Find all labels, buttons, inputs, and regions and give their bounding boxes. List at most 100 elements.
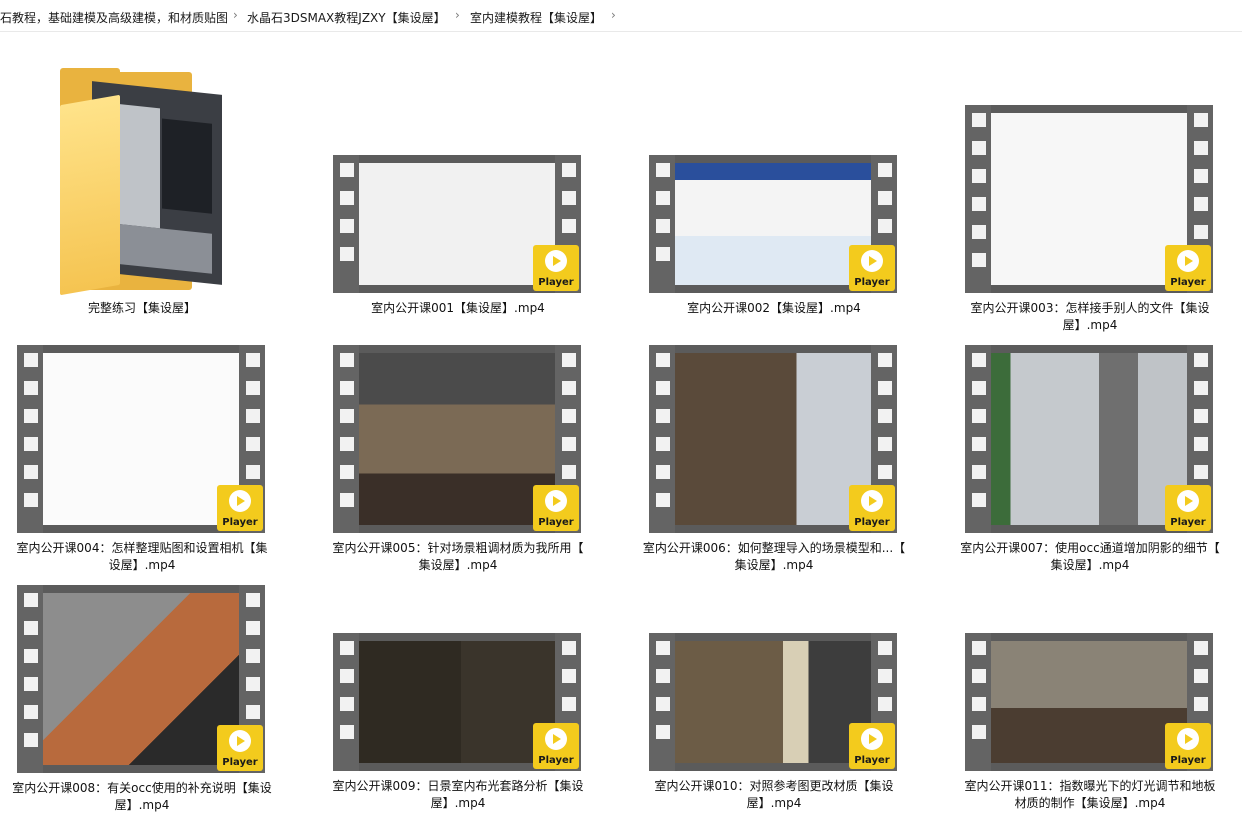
file-item-video[interactable]: Player 室内公开课009：日景室内布光套路分析【集设 屋】.mp4	[333, 633, 583, 818]
video-preview	[675, 163, 871, 285]
player-label: Player	[538, 517, 574, 528]
video-preview	[675, 353, 871, 525]
file-name: 室内公开课007：使用occ通道增加阴影的细节【 集设屋】.mp4	[955, 540, 1225, 574]
file-name-line2: 集设屋】.mp4	[734, 558, 814, 572]
file-item-video[interactable]: Player 室内公开课003：怎样接手别人的文件【集设 屋】.mp4	[965, 105, 1215, 340]
player-badge: Player	[533, 245, 579, 291]
file-name: 室内公开课008：有关occ使用的补充说明【集设 屋】.mp4	[7, 780, 277, 814]
file-name-line1: 室内公开课002【集设屋】.mp4	[687, 301, 861, 315]
player-badge: Player	[217, 725, 263, 771]
file-name: 室内公开课002【集设屋】.mp4	[639, 300, 909, 317]
chevron-right-icon[interactable]: ›	[611, 8, 616, 22]
player-badge: Player	[849, 485, 895, 531]
play-triangle	[869, 256, 877, 266]
file-name-line2: 屋】.mp4	[746, 796, 802, 810]
file-name: 室内公开课006：如何整理导入的场景模型和...【 集设屋】.mp4	[639, 540, 909, 574]
file-item-video[interactable]: Player 室内公开课002【集设屋】.mp4	[649, 155, 899, 340]
file-name-line2: 集设屋】.mp4	[418, 558, 498, 572]
breadcrumb: 石教程，基础建模及高级建模，和材质贴图 › 水晶石3DSMAX教程JZXY【集设…	[0, 0, 1242, 32]
video-thumbnail: Player	[965, 345, 1213, 533]
file-item-video[interactable]: Player 室内公开课006：如何整理导入的场景模型和...【 集设屋】.mp4	[643, 345, 905, 580]
video-thumbnail: Player	[17, 585, 265, 773]
file-item-video[interactable]: Player 室内公开课011：指数曝光下的灯光调节和地板 材质的制作【集设屋】.m…	[965, 633, 1215, 818]
file-name-line1: 室内公开课007：使用occ通道增加阴影的细节【	[960, 541, 1220, 555]
player-label: Player	[1170, 755, 1206, 766]
file-name-line2: 集设屋】.mp4	[1050, 558, 1130, 572]
video-preview	[991, 353, 1187, 525]
file-name-line1: 室内公开课005：针对场景粗调材质为我所用【	[332, 541, 584, 555]
player-label: Player	[222, 517, 258, 528]
video-preview	[43, 593, 239, 765]
player-badge: Player	[1165, 723, 1211, 769]
video-thumbnail: Player	[333, 345, 581, 533]
video-thumbnail: Player	[649, 155, 897, 293]
file-item-video[interactable]: Player 室内公开课010：对照参考图更改材质【集设 屋】.mp4	[649, 633, 899, 818]
file-item-video[interactable]: Player 室内公开课007：使用occ通道增加阴影的细节【 集设屋】.mp4	[960, 345, 1220, 580]
player-label: Player	[1170, 277, 1206, 288]
file-name-line1: 室内公开课010：对照参考图更改材质【集设	[654, 779, 894, 793]
file-name: 室内公开课004：怎样整理贴图和设置相机【集 设屋】.mp4	[7, 540, 277, 574]
play-triangle	[1185, 256, 1193, 266]
play-triangle	[869, 734, 877, 744]
play-triangle	[553, 496, 561, 506]
file-name-line1: 室内公开课011：指数曝光下的灯光调节和地板	[964, 779, 1216, 793]
file-item-video[interactable]: Player 室内公开课001【集设屋】.mp4	[333, 155, 583, 340]
player-badge: Player	[849, 245, 895, 291]
film-strip	[17, 345, 43, 533]
file-name: 室内公开课011：指数曝光下的灯光调节和地板 材质的制作【集设屋】.mp4	[955, 778, 1225, 812]
player-label: Player	[222, 757, 258, 768]
player-badge: Player	[533, 485, 579, 531]
play-triangle	[1185, 496, 1193, 506]
player-badge: Player	[217, 485, 263, 531]
file-name-line2: 设屋】.mp4	[108, 558, 176, 572]
file-name: 室内公开课001【集设屋】.mp4	[323, 300, 593, 317]
video-thumbnail: Player	[17, 345, 265, 533]
file-name-line1: 室内公开课006：如何整理导入的场景模型和...【	[642, 541, 906, 555]
film-strip	[965, 105, 991, 293]
player-label: Player	[538, 755, 574, 766]
video-thumbnail: Player	[649, 345, 897, 533]
film-strip	[333, 345, 359, 533]
play-triangle	[553, 734, 561, 744]
video-thumbnail: Player	[649, 633, 897, 771]
file-name-line2: 材质的制作【集设屋】.mp4	[1014, 796, 1166, 810]
file-name: 室内公开课005：针对场景粗调材质为我所用【 集设屋】.mp4	[323, 540, 593, 574]
chevron-right-icon[interactable]: ›	[455, 8, 460, 22]
folder-icon	[17, 60, 267, 296]
video-thumbnail: Player	[965, 633, 1213, 771]
file-name-line1: 室内公开课009：日景室内布光套路分析【集设	[332, 779, 584, 793]
player-badge: Player	[533, 723, 579, 769]
breadcrumb-item-tutorials[interactable]: 石教程，基础建模及高级建模，和材质贴图	[0, 9, 228, 26]
chevron-right-icon[interactable]: ›	[233, 8, 238, 22]
file-name: 室内公开课003：怎样接手别人的文件【集设 屋】.mp4	[955, 300, 1225, 334]
file-item-video[interactable]: Player 室内公开课004：怎样整理贴图和设置相机【集 设屋】.mp4	[17, 345, 267, 580]
player-label: Player	[854, 755, 890, 766]
video-preview	[991, 113, 1187, 285]
file-item-folder[interactable]: 完整练习【集设屋】	[17, 60, 267, 320]
player-label: Player	[1170, 517, 1206, 528]
play-triangle	[237, 496, 245, 506]
video-thumbnail: Player	[333, 633, 581, 771]
file-name-line1: 室内公开课004：怎样整理贴图和设置相机【集	[16, 541, 268, 555]
breadcrumb-item-interior[interactable]: 室内建模教程【集设屋】	[470, 9, 602, 26]
video-preview	[359, 641, 555, 763]
play-triangle	[553, 256, 561, 266]
file-name-line1: 室内公开课001【集设屋】.mp4	[371, 301, 545, 315]
film-strip	[333, 155, 359, 293]
file-item-video[interactable]: Player 室内公开课008：有关occ使用的补充说明【集设 屋】.mp4	[12, 585, 272, 820]
breadcrumb-item-3dsmax[interactable]: 水晶石3DSMAX教程JZXY【集设屋】	[247, 9, 446, 26]
video-preview	[991, 641, 1187, 763]
file-item-video[interactable]: Player 室内公开课005：针对场景粗调材质为我所用【 集设屋】.mp4	[333, 345, 583, 580]
video-preview	[359, 163, 555, 285]
player-badge: Player	[849, 723, 895, 769]
play-triangle	[869, 496, 877, 506]
file-name-line1: 室内公开课003：怎样接手别人的文件【集设	[970, 301, 1210, 315]
video-preview	[43, 353, 239, 525]
film-strip	[649, 155, 675, 293]
player-badge: Player	[1165, 485, 1211, 531]
video-preview	[359, 353, 555, 525]
player-label: Player	[538, 277, 574, 288]
video-preview	[675, 641, 871, 763]
player-label: Player	[854, 517, 890, 528]
player-label: Player	[854, 277, 890, 288]
